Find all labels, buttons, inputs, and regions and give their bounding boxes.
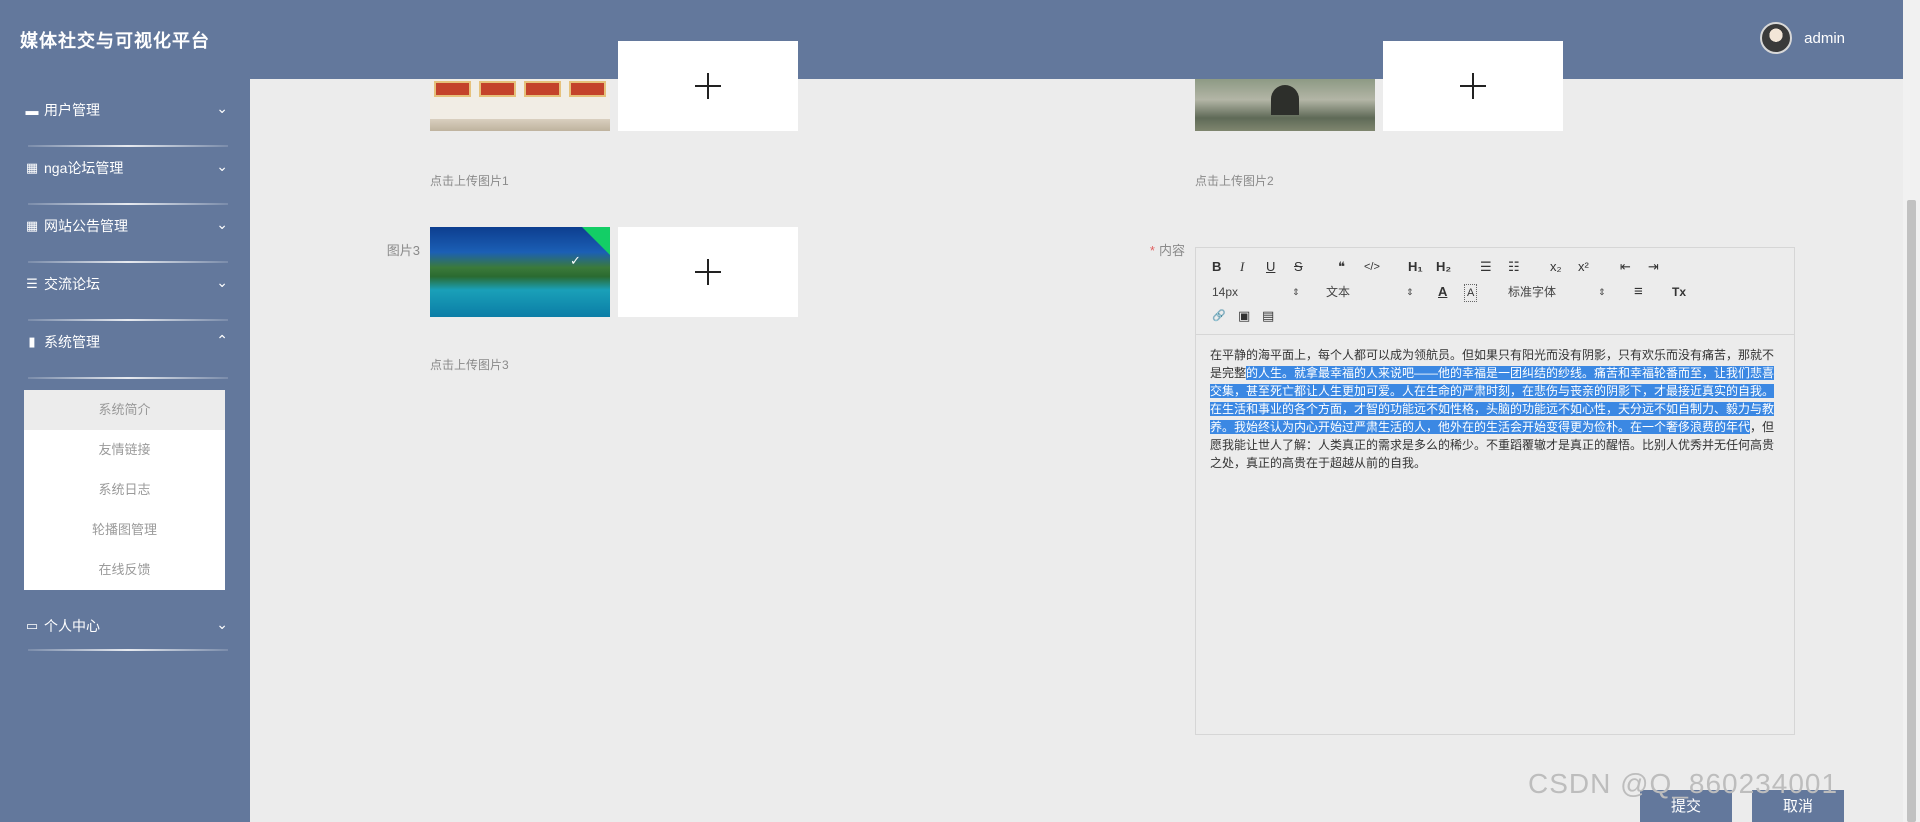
grid-icon: ▦ [25, 160, 39, 175]
sidebar-item-label: 交流论坛 [44, 276, 100, 292]
submenu-item-about[interactable]: 系统简介 [24, 390, 225, 430]
app-title: 媒体社交与可视化平台 [20, 31, 210, 51]
header-select[interactable]: 文本 ⇕ [1326, 284, 1416, 300]
sidebar-item-announcements[interactable]: ▦ 网站公告管理 ⌄ [0, 198, 250, 254]
submenu-item-logs[interactable]: 系统日志 [24, 470, 225, 510]
user-menu[interactable]: admin [1760, 22, 1845, 54]
submenu-item-links[interactable]: 友情链接 [24, 430, 225, 470]
selected-text: 的人生。就拿最幸福的人来说吧——他的幸福是一团纠结的纱线。痛苦和幸福轮番而至，让… [1210, 366, 1775, 434]
sidebar-item-label: 用户管理 [44, 102, 100, 118]
bullet-list-button[interactable]: ☷ [1508, 259, 1520, 275]
upload-hint-2: 点击上传图片2 [1195, 174, 1274, 188]
sidebar-item-label: nga论坛管理 [44, 160, 124, 176]
select-arrow-icon: ⇕ [1292, 287, 1300, 297]
top-header: 媒体社交与可视化平台 admin [0, 0, 1903, 79]
plus-icon [695, 259, 721, 285]
table-icon: ▦ [25, 218, 39, 233]
monitor-icon: ▬ [25, 102, 39, 118]
quote-button[interactable]: ❝ [1338, 259, 1345, 275]
sidebar-item-label: 个人中心 [44, 618, 100, 634]
sidebar-item-label: 网站公告管理 [44, 218, 128, 234]
clear-format-button[interactable]: Tx [1672, 284, 1686, 300]
upload-add-button-1[interactable] [618, 41, 798, 131]
h2-button[interactable]: H₂ [1436, 259, 1451, 275]
superscript-button[interactable]: x² [1578, 259, 1589, 275]
username[interactable]: admin [1804, 30, 1845, 47]
bar-chart-icon: ▮ [28, 334, 36, 349]
indent-button[interactable]: ⇥ [1648, 259, 1659, 275]
editor-content[interactable]: 在平静的海平面上，每个人都可以成为领航员。但如果只有阳光而没有阴影，只有欢乐而没… [1210, 346, 1780, 472]
sidebar-item-user-management[interactable]: ▬ 用户管理 ⌄ [0, 82, 250, 138]
id-card-icon: ▭ [25, 618, 39, 633]
background-color-button[interactable]: A [1464, 284, 1478, 302]
submenu-item-feedback[interactable]: 在线反馈 [24, 550, 225, 590]
chevron-down-icon: ⌄ [216, 616, 228, 632]
submenu-item-carousel[interactable]: 轮播图管理 [24, 510, 225, 550]
font-size-select[interactable]: 14px ⇕ [1212, 284, 1302, 300]
subscript-button[interactable]: x₂ [1550, 259, 1562, 275]
sidebar-item-label: 系统管理 [44, 334, 100, 350]
chevron-down-icon: ⌄ [216, 274, 228, 290]
upload-add-button-3[interactable] [618, 227, 798, 317]
select-arrow-icon: ⇕ [1598, 287, 1606, 297]
select-arrow-icon: ⇕ [1406, 287, 1414, 297]
menu-divider [28, 649, 228, 651]
watermark: CSDN @Q_860234001 [1528, 768, 1839, 799]
strike-button[interactable]: S [1294, 259, 1303, 275]
system-submenu: 系统简介 友情链接 系统日志 轮播图管理 在线反馈 [24, 390, 225, 590]
image-button[interactable]: ▣ [1238, 308, 1250, 324]
sidebar-item-nga-forum[interactable]: ▦ nga论坛管理 ⌄ [0, 140, 250, 196]
content-label: * 内容 [1149, 243, 1185, 258]
sidebar-item-personal-center[interactable]: ▭ 个人中心 ⌄ [0, 598, 250, 654]
bold-button[interactable]: B [1212, 259, 1221, 275]
upload-hint-3: 点击上传图片3 [430, 358, 509, 372]
h1-button[interactable]: H₁ [1408, 259, 1423, 275]
sidebar-item-forum[interactable]: ☰ 交流论坛 ⌄ [0, 256, 250, 312]
outdent-button[interactable]: ⇤ [1620, 259, 1631, 275]
chevron-down-icon: ⌄ [216, 158, 228, 174]
sliders-icon: ☰ [26, 276, 38, 291]
chevron-down-icon: ⌄ [216, 100, 228, 116]
plus-icon [695, 73, 721, 99]
uploaded-image-2[interactable] [1195, 79, 1375, 131]
uploaded-image-3[interactable]: ✓ [430, 227, 610, 317]
rich-text-editor: B I U S ❝ </> H₁ H₂ ☰ ☷ x₂ x² ⇤ ⇥ 14px ⇕ … [1195, 247, 1795, 735]
avatar[interactable] [1760, 22, 1793, 54]
plus-icon [1460, 73, 1486, 99]
align-button[interactable]: ≡ [1634, 284, 1643, 300]
upload-add-button-2[interactable] [1383, 41, 1563, 131]
success-corner [582, 227, 610, 255]
sidebar: ▬ 用户管理 ⌄ ▦ nga论坛管理 ⌄ ▦ 网站公告管理 ⌄ ☰ 交流论坛 ⌄… [0, 79, 250, 822]
link-button[interactable]: 🔗 [1212, 308, 1226, 324]
menu-divider [28, 377, 228, 379]
scrollbar-thumb[interactable] [1907, 200, 1916, 822]
upload-hint-1: 点击上传图片1 [430, 174, 509, 188]
code-button[interactable]: </> [1364, 259, 1380, 275]
font-family-select[interactable]: 标准字体 ⇕ [1508, 284, 1608, 300]
uploaded-image-1[interactable] [430, 79, 610, 131]
page-scrollbar[interactable] [1903, 0, 1920, 822]
italic-button[interactable]: I [1240, 259, 1244, 275]
sidebar-item-system[interactable]: ▮ 系统管理 ⌃ [0, 314, 250, 370]
chevron-up-icon: ⌃ [216, 332, 228, 348]
editor-toolbar: B I U S ❝ </> H₁ H₂ ☰ ☷ x₂ x² ⇤ ⇥ 14px ⇕ … [1196, 248, 1794, 335]
font-color-button[interactable]: A [1438, 284, 1447, 300]
video-button[interactable]: ▤ [1262, 308, 1274, 324]
ordered-list-button[interactable]: ☰ [1480, 259, 1492, 275]
underline-button[interactable]: U [1266, 259, 1275, 275]
chevron-down-icon: ⌄ [216, 216, 228, 232]
required-mark: * [1149, 243, 1155, 258]
check-icon: ✓ [570, 253, 581, 268]
image3-label: 图片3 [386, 243, 420, 258]
